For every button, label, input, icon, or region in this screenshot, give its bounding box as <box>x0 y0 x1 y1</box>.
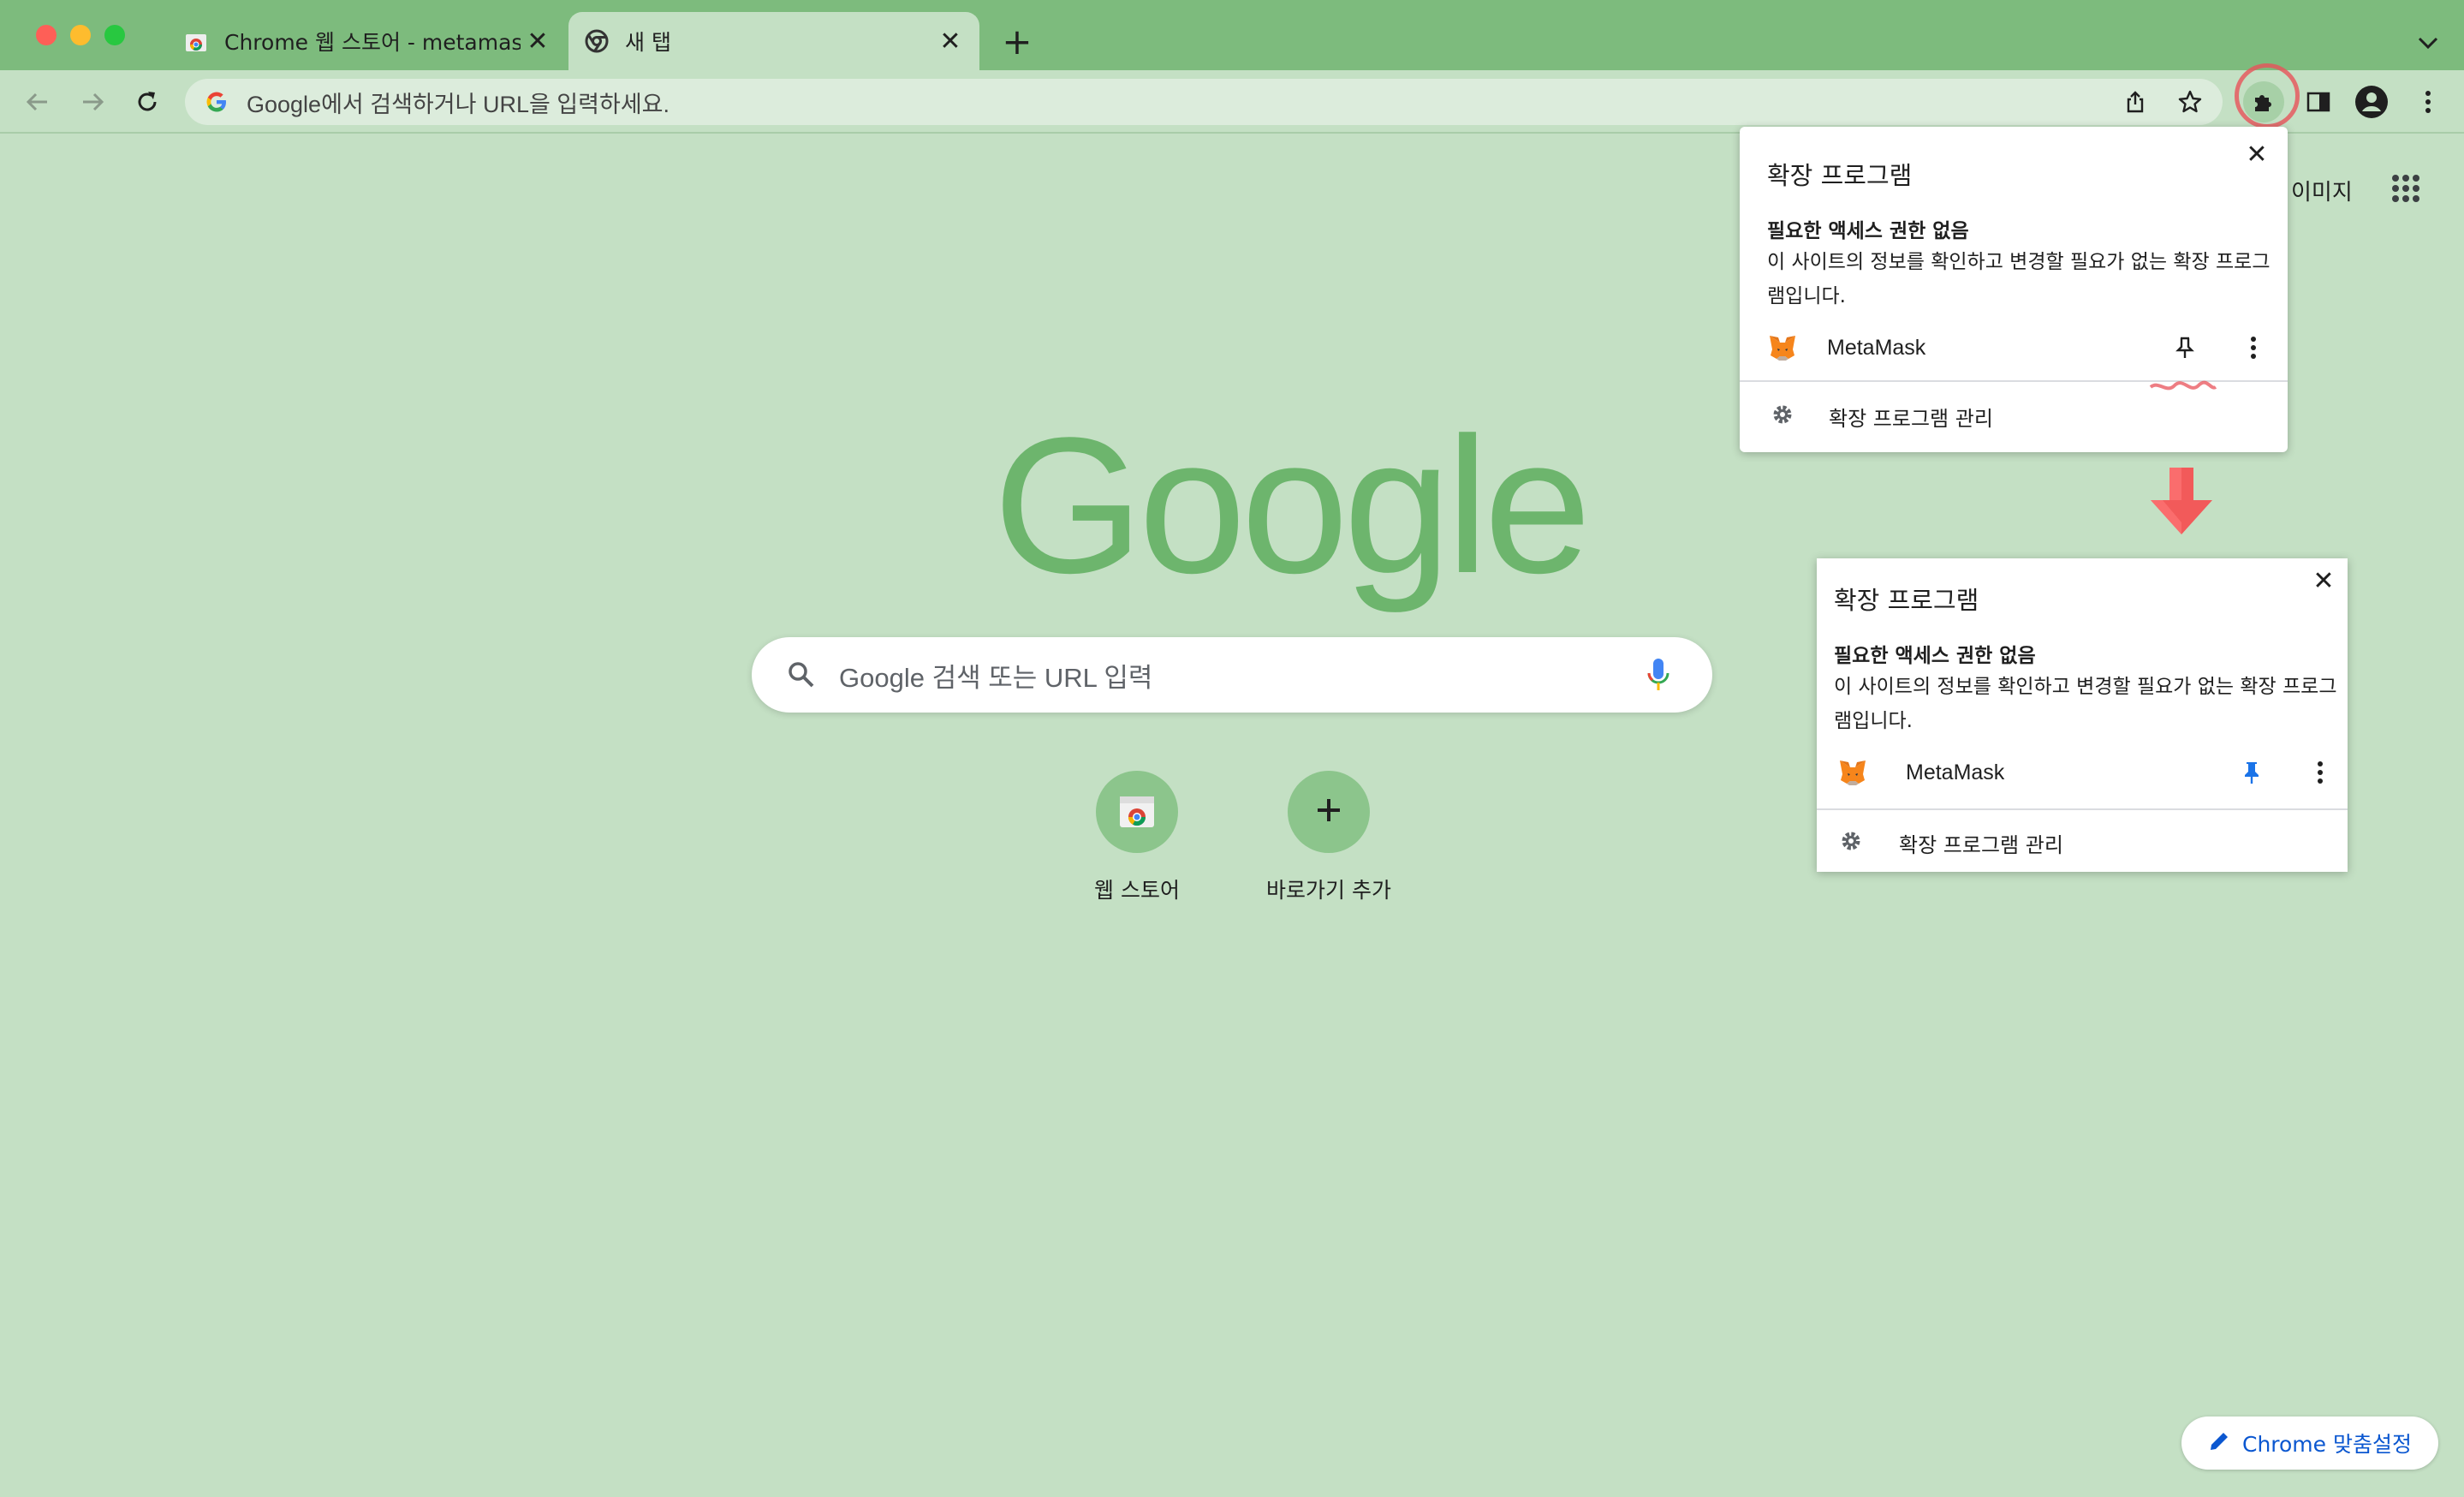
shortcut-icon-circle <box>1096 771 1178 853</box>
annotation-circle <box>2235 63 2300 128</box>
popup-subtitle: 필요한 액세스 권한 없음 <box>1834 645 2036 667</box>
pin-filled-icon[interactable] <box>2235 755 2269 790</box>
extension-name: MetaMask <box>1906 760 2005 784</box>
google-logo: Google <box>993 397 1592 613</box>
omnibox-placeholder: Google에서 검색하거나 URL을 입력하세요. <box>247 91 670 117</box>
close-window-button[interactable] <box>36 25 57 45</box>
gear-icon <box>1771 403 1798 430</box>
google-apps-icon[interactable] <box>2390 173 2421 204</box>
shortcut-label: 웹 스토어 <box>1094 878 1180 903</box>
share-icon[interactable] <box>2116 83 2154 121</box>
popup-description: 이 사이트의 정보를 확인하고 변경할 필요가 없는 확장 프로그램입니다. <box>1834 676 2337 732</box>
manage-extensions-label: 확장 프로그램 관리 <box>1829 406 1993 431</box>
chrome-icon <box>584 28 610 54</box>
chrome-web-store-icon <box>183 28 209 54</box>
google-g-icon <box>204 89 229 115</box>
customize-label: Chrome 맞춤설정 <box>2241 1432 2412 1457</box>
customize-chrome-button[interactable]: Chrome 맞춤설정 <box>2181 1416 2438 1470</box>
close-icon[interactable]: ✕ <box>2306 564 2341 598</box>
shortcut-web-store[interactable]: 웹 스토어 <box>1051 771 1223 904</box>
search-placeholder: Google 검색 또는 URL 입력 <box>839 662 1153 693</box>
tab-strip: Chrome 웹 스토어 - metamask ✕ 새 탭 ✕ + <box>0 0 2464 70</box>
pencil-icon <box>2208 1430 2230 1456</box>
forward-button[interactable] <box>72 81 113 122</box>
extension-name: MetaMask <box>1827 335 1926 360</box>
shortcut-icon-circle <box>1288 771 1370 853</box>
tab-title: 새 탭 <box>625 30 671 55</box>
tab-new-tab[interactable]: 새 탭 ✕ <box>568 12 979 70</box>
extension-row-metamask[interactable]: MetaMask <box>1740 320 2288 375</box>
tab-search-chevron-icon[interactable] <box>2411 26 2445 60</box>
profile-avatar-icon[interactable] <box>2351 81 2392 122</box>
reload-button[interactable] <box>127 81 168 122</box>
side-panel-icon[interactable] <box>2298 81 2339 122</box>
more-options-icon[interactable] <box>2303 755 2337 790</box>
plus-icon <box>1313 795 1344 829</box>
extensions-popup-unpinned: 확장 프로그램 ✕ 필요한 액세스 권한 없음 이 사이트의 정보를 확인하고 … <box>1740 127 2288 452</box>
tab-title: Chrome 웹 스토어 - metamask <box>224 30 521 55</box>
shortcut-add[interactable]: 바로가기 추가 <box>1243 771 1414 904</box>
images-link[interactable]: 이미지 <box>2291 175 2353 206</box>
more-options-icon[interactable] <box>2236 331 2271 365</box>
omnibox[interactable]: Google에서 검색하거나 URL을 입력하세요. <box>185 79 2223 125</box>
maximize-window-button[interactable] <box>104 25 125 45</box>
divider <box>1817 808 2348 810</box>
chrome-menu-icon[interactable] <box>2407 81 2449 122</box>
manage-extensions-label: 확장 프로그램 관리 <box>1899 832 2063 857</box>
metamask-fox-icon <box>1767 332 1798 363</box>
pin-outline-icon[interactable] <box>2168 331 2202 365</box>
voice-search-mic-icon[interactable] <box>1646 656 1671 694</box>
popup-title: 확장 프로그램 <box>1767 161 1913 190</box>
gear-icon <box>1839 829 1866 856</box>
new-tab-button[interactable]: + <box>998 21 1036 63</box>
close-icon[interactable]: ✕ <box>2240 137 2274 171</box>
popup-subtitle: 필요한 액세스 권한 없음 <box>1767 220 1969 242</box>
search-icon <box>786 659 817 690</box>
toolbar: Google에서 검색하거나 URL을 입력하세요. <box>0 70 2464 134</box>
minimize-window-button[interactable] <box>70 25 91 45</box>
close-tab-icon[interactable]: ✕ <box>933 24 967 58</box>
metamask-fox-icon <box>1837 757 1868 788</box>
close-tab-icon[interactable]: ✕ <box>521 24 555 58</box>
back-button[interactable] <box>17 81 58 122</box>
tab-web-store[interactable]: Chrome 웹 스토어 - metamask ✕ <box>168 12 567 70</box>
manage-extensions-row[interactable]: 확장 프로그램 관리 <box>1817 815 2348 870</box>
annotation-scribble <box>2147 377 2219 397</box>
extensions-popup-pinned: 확장 프로그램 ✕ 필요한 액세스 권한 없음 이 사이트의 정보를 확인하고 … <box>1817 558 2348 872</box>
shortcut-label: 바로가기 추가 <box>1266 878 1391 903</box>
down-arrow-annotation <box>2146 466 2217 536</box>
chrome-web-store-icon <box>1118 791 1156 832</box>
ntp-search-box[interactable]: Google 검색 또는 URL 입력 <box>752 637 1712 713</box>
bookmark-star-icon[interactable] <box>2171 83 2209 121</box>
popup-description: 이 사이트의 정보를 확인하고 변경할 필요가 없는 확장 프로그램입니다. <box>1767 251 2271 307</box>
popup-title: 확장 프로그램 <box>1834 586 1979 615</box>
extension-row-metamask[interactable]: MetaMask <box>1817 745 2348 800</box>
